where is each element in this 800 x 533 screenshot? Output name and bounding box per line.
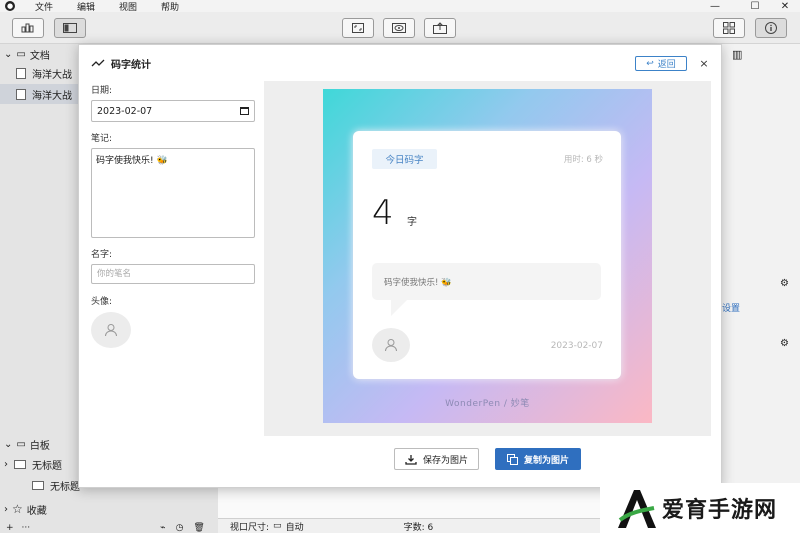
info-icon <box>765 22 777 34</box>
dialog-header: 码字统计 ↩ 返回 × <box>79 45 723 81</box>
avatar-label: 头像: <box>91 297 113 307</box>
document-icon <box>16 88 26 100</box>
date-label: 日期: <box>91 86 113 96</box>
copy-icon <box>506 453 518 465</box>
app-logo-icon: ● <box>5 1 15 11</box>
fullscreen-button[interactable] <box>342 18 374 38</box>
menu-help[interactable]: 帮助 <box>161 0 179 13</box>
viewport-label: 视口尺寸: <box>230 522 270 533</box>
fullscreen-icon <box>352 23 364 33</box>
right-panel: ▥ ⚙ 设置 ⚙ <box>722 44 800 533</box>
board-icon <box>14 459 26 469</box>
word-count: 字数: 6 <box>403 522 434 533</box>
grid-icon <box>723 22 735 34</box>
stats-icon[interactable]: ⌁ <box>160 523 165 533</box>
more-icon[interactable]: ··· <box>22 523 31 533</box>
trend-icon <box>91 59 105 67</box>
dialog-title: 码字统计 <box>111 59 151 71</box>
save-as-image-button[interactable]: 保存为图片 <box>394 448 479 470</box>
watermark-text: 爱育手游网 <box>662 498 778 523</box>
note-textarea[interactable]: 码字使我快乐! 🐝 <box>91 148 255 238</box>
viewport-value[interactable]: 自动 <box>286 520 304 533</box>
card-avatar <box>372 328 410 362</box>
avatar-upload[interactable] <box>91 312 131 348</box>
elapsed-time: 用时: 6 秒 <box>563 155 603 165</box>
clock-icon[interactable]: ◷ <box>176 523 184 533</box>
close-window-icon[interactable]: ✕ <box>775 0 795 12</box>
minimize-icon[interactable]: — <box>705 0 725 12</box>
eye-icon <box>392 23 406 33</box>
back-button[interactable]: ↩ 返回 <box>635 56 687 71</box>
sidebar-toggle-button[interactable] <box>54 18 86 38</box>
user-icon <box>385 339 397 352</box>
add-icon[interactable]: + <box>6 523 14 533</box>
name-label: 名字: <box>91 250 113 260</box>
document-icon <box>16 67 26 79</box>
watermark-logo-icon <box>618 490 656 528</box>
whiteboard-icon: ▭ <box>16 438 26 450</box>
statusbar: 视口尺寸: ▭ 自动 字数: 6 <box>218 518 600 533</box>
copy-as-image-button[interactable]: 复制为图片 <box>495 448 581 470</box>
back-arrow-icon: ↩ <box>646 58 654 69</box>
word-count-number: 4 <box>372 193 394 233</box>
star-icon: ☆ <box>12 502 23 516</box>
word-stats-dialog: 码字统计 ↩ 返回 × 日期: 2023-02-07 笔记: 码字使我快乐! 🐝… <box>78 44 722 488</box>
note-label: 笔记: <box>91 134 113 144</box>
board-icon <box>32 480 44 490</box>
brand-footer: WonderPen / 妙笔 <box>445 399 530 409</box>
share-card: 今日码字 用时: 6 秒 4 字 码字使我快乐! 🐝 2023-02-07 <box>353 131 621 379</box>
chevron-down-icon: ⌄ <box>4 438 13 450</box>
bar-chart-icon <box>21 23 34 33</box>
menubar: ● 文件 编辑 视图 帮助 — ☐ ✕ <box>0 0 800 13</box>
grid-view-button[interactable] <box>713 18 745 38</box>
chevron-down-icon: ⌄ <box>4 48 13 60</box>
maximize-icon[interactable]: ☐ <box>745 0 765 12</box>
preview-area: 今日码字 用时: 6 秒 4 字 码字使我快乐! 🐝 2023-02-07 Wo… <box>264 81 711 436</box>
calendar-icon[interactable] <box>240 107 249 115</box>
user-icon <box>105 324 117 337</box>
info-button[interactable] <box>755 18 787 38</box>
download-icon <box>405 454 417 465</box>
sidebar-layout-icon <box>63 23 77 33</box>
bubble-tail <box>391 300 407 316</box>
note-bubble: 码字使我快乐! 🐝 <box>372 263 601 300</box>
gear-icon[interactable]: ⚙ <box>780 278 789 289</box>
chevron-right-icon: › <box>4 503 8 515</box>
card-date: 2023-02-07 <box>550 341 603 351</box>
stats-toolbar-button[interactable] <box>12 18 44 38</box>
inbox-icon: ▭ <box>16 48 26 60</box>
settings-link[interactable]: 设置 <box>722 301 740 314</box>
chevron-right-icon: › <box>4 458 8 470</box>
trash-icon[interactable]: 🗑 <box>193 523 204 533</box>
menu-edit[interactable]: 编辑 <box>77 0 95 13</box>
preview-button[interactable] <box>383 18 415 38</box>
watermark: 爱育手游网 <box>600 483 800 533</box>
menu-file[interactable]: 文件 <box>35 0 53 13</box>
sidebar-footer: + ··· ⌁ ◷ 🗑 <box>0 518 218 533</box>
share-card-background: 今日码字 用时: 6 秒 4 字 码字使我快乐! 🐝 2023-02-07 Wo… <box>323 89 652 423</box>
toolbar <box>0 12 800 44</box>
monitor-icon: ▭ <box>273 521 282 531</box>
close-icon[interactable]: × <box>697 55 711 71</box>
gear-icon[interactable]: ⚙ <box>780 338 789 349</box>
name-input[interactable] <box>91 264 255 284</box>
word-count-unit: 字 <box>407 217 417 228</box>
sidebar-favorites-section[interactable]: › ☆ 收藏 <box>0 499 218 519</box>
share-icon <box>433 22 447 34</box>
date-field[interactable]: 2023-02-07 <box>91 100 255 122</box>
export-button[interactable] <box>424 18 456 38</box>
map-icon[interactable]: ▥ <box>732 48 742 61</box>
today-tag: 今日码字 <box>372 149 437 169</box>
menu-view[interactable]: 视图 <box>119 0 137 13</box>
